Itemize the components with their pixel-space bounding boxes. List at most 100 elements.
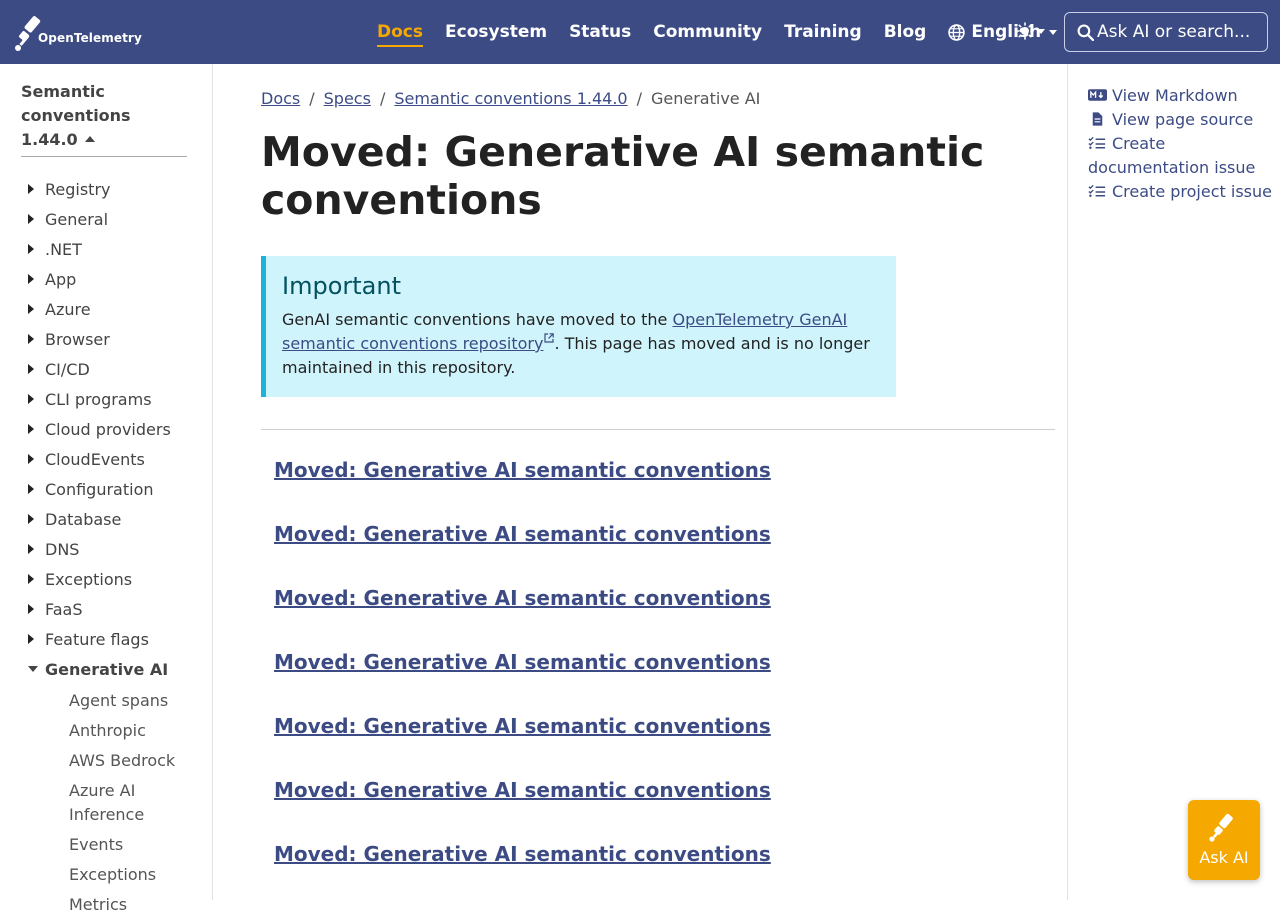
top-navbar: OpenTelemetry Docs Ecosystem Status Comm… [0, 0, 1280, 64]
breadcrumb-docs[interactable]: Docs [261, 89, 300, 108]
moved-page-link[interactable]: Moved: Generative AI semantic convention… [274, 582, 771, 646]
theme-toggle[interactable] [1016, 22, 1045, 40]
sidebar-item-label: Exceptions [45, 569, 133, 589]
sidebar-item-label: CI/CD [45, 359, 90, 379]
sidebar-subitem[interactable]: Anthropic [69, 716, 199, 746]
caret-right-icon [28, 274, 34, 284]
nav-blog[interactable]: Blog [884, 22, 927, 42]
sidebar-item-label: Browser [45, 329, 110, 349]
search-input[interactable]: Ask AI or search... [1064, 12, 1268, 52]
moved-page-link[interactable]: Moved: Generative AI semantic convention… [274, 646, 771, 710]
search-icon [1077, 24, 1094, 41]
nav-status[interactable]: Status [569, 22, 631, 42]
sidebar-subitem[interactable]: Events [69, 830, 199, 860]
alert-text: GenAI semantic conventions have moved to… [282, 310, 673, 329]
view-source-link[interactable]: View page source [1088, 108, 1278, 132]
sidebar-subitem[interactable]: AWS Bedrock [69, 746, 199, 776]
sidebar-subnav-list: Agent spans Anthropic AWS Bedrock Azure … [69, 686, 199, 920]
view-source-label: View page source [1112, 110, 1254, 129]
sidebar-item-label: Cloud providers [45, 419, 171, 439]
chevron-up-icon [84, 136, 95, 142]
sidebar-nav-list: Registry General .NET App Azure Browser … [28, 174, 208, 684]
main-nav: Docs Ecosystem Status Community Training… [366, 0, 1068, 64]
sidebar-item[interactable]: Database [28, 504, 208, 534]
docs-sidebar: Semantic conventions 1.44.0 Registry Gen… [0, 64, 213, 914]
nav-community[interactable]: Community [653, 22, 762, 42]
brand-name: OpenTelemetry [38, 31, 142, 45]
view-markdown-label: View Markdown [1112, 86, 1238, 105]
create-project-issue-link[interactable]: Create project issue [1088, 180, 1278, 204]
create-doc-issue-label: Create documentation issue [1088, 134, 1256, 177]
sidebar-item[interactable]: Exceptions [28, 564, 208, 594]
breadcrumb-separator: / [379, 89, 386, 108]
sidebar-item[interactable]: Configuration [28, 474, 208, 504]
telescope-icon [1209, 813, 1233, 842]
view-markdown-link[interactable]: View Markdown [1088, 84, 1278, 108]
sidebar-subitem[interactable]: Metrics [69, 890, 199, 920]
page-actions-sidebar: View Markdown View page source Create do… [1067, 64, 1280, 900]
sidebar-item[interactable]: Cloud providers [28, 414, 208, 444]
sidebar-subitem[interactable]: Exceptions [69, 860, 199, 890]
sidebar-item[interactable]: FaaS [28, 594, 208, 624]
sidebar-item[interactable]: CLI programs [28, 384, 208, 414]
sidebar-item[interactable]: CI/CD [28, 354, 208, 384]
create-project-issue-label: Create project issue [1112, 182, 1272, 201]
page-title: Moved: Generative AI semantic convention… [261, 128, 985, 224]
caret-down-icon [28, 666, 38, 672]
caret-right-icon [28, 334, 34, 344]
sidebar-subitem[interactable]: Agent spans [69, 686, 199, 716]
markdown-icon [1088, 89, 1107, 101]
brand-logo-link[interactable]: OpenTelemetry [14, 10, 142, 54]
page-actions: View Markdown View page source Create do… [1088, 84, 1278, 204]
sidebar-item-label: General [45, 209, 109, 229]
sidebar-item[interactable]: Registry [28, 174, 208, 204]
caret-right-icon [28, 574, 34, 584]
create-doc-issue-link[interactable]: Create documentation issue [1088, 132, 1278, 180]
moved-page-link[interactable]: Moved: Generative AI semantic convention… [274, 710, 771, 774]
caret-right-icon [28, 604, 34, 614]
file-icon [1092, 112, 1103, 126]
sun-icon [1016, 22, 1034, 40]
nav-training[interactable]: Training [784, 22, 862, 42]
caret-right-icon [28, 364, 34, 374]
breadcrumb-semconv[interactable]: Semantic conventions 1.44.0 [394, 89, 627, 108]
list-check-icon [1088, 184, 1106, 197]
content-divider [261, 429, 1055, 430]
moved-page-link[interactable]: Moved: Generative AI semantic convention… [274, 838, 771, 902]
chevron-down-icon [1037, 28, 1045, 34]
sidebar-item[interactable]: General [28, 204, 208, 234]
caret-right-icon [28, 214, 34, 224]
sidebar-item-generative-ai[interactable]: Generative AI [28, 654, 208, 684]
sidebar-item[interactable]: Azure [28, 294, 208, 324]
moved-page-link[interactable]: Moved: Generative AI semantic convention… [274, 518, 771, 582]
breadcrumb-specs[interactable]: Specs [324, 89, 371, 108]
caret-right-icon [28, 634, 34, 644]
sidebar-item[interactable]: Browser [28, 324, 208, 354]
breadcrumb-separator: / [636, 89, 642, 108]
sidebar-item[interactable]: Feature flags [28, 624, 208, 654]
important-alert: Important GenAI semantic conventions hav… [261, 256, 896, 397]
sidebar-section-title: Semantic conventions 1.44.0 [21, 82, 131, 149]
nav-docs[interactable]: Docs [377, 22, 423, 47]
sidebar-item-label: Azure [45, 299, 91, 319]
nav-ecosystem[interactable]: Ecosystem [445, 22, 547, 42]
moved-page-link[interactable]: Moved: Generative AI semantic convention… [274, 454, 771, 518]
sidebar-item-label: Configuration [45, 479, 154, 499]
sidebar-item[interactable]: App [28, 264, 208, 294]
sidebar-item[interactable]: .NET [28, 234, 208, 264]
sidebar-item-label: CLI programs [45, 389, 152, 409]
ask-ai-label: Ask AI [1199, 848, 1249, 867]
caret-right-icon [28, 304, 34, 314]
sidebar-subitem[interactable]: Azure AI Inference [69, 776, 199, 830]
caret-right-icon [28, 184, 34, 194]
sidebar-item-label: CloudEvents [45, 449, 145, 469]
sidebar-item-label: Registry [45, 179, 111, 199]
moved-page-link[interactable]: Moved: Generative AI semantic convention… [274, 774, 771, 838]
alert-body: GenAI semantic conventions have moved to… [282, 308, 880, 380]
ask-ai-button[interactable]: Ask AI [1188, 800, 1260, 880]
sidebar-item[interactable]: CloudEvents [28, 444, 208, 474]
sidebar-item-label: App [45, 269, 77, 289]
sidebar-section-toggle[interactable]: Semantic conventions 1.44.0 [21, 80, 187, 157]
chevron-down-icon [1049, 29, 1058, 35]
sidebar-item[interactable]: DNS [28, 534, 208, 564]
